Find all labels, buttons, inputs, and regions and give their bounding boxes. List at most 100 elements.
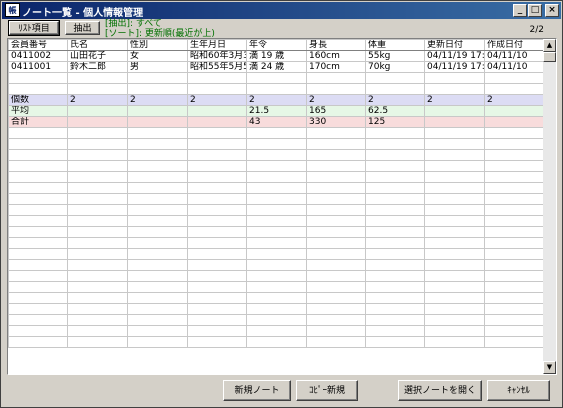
table-row[interactable]: 個数 2 2 2 2 2 2 2 2 [8, 94, 544, 106]
table-row[interactable] [8, 303, 544, 315]
table-cell [424, 303, 485, 315]
table-row[interactable]: 合計 43 330 125 [8, 116, 544, 128]
table-cell [67, 248, 128, 260]
table-cell [484, 215, 544, 227]
table-cell [484, 325, 544, 337]
table-cell [187, 292, 247, 304]
table-row[interactable]: 平均 21.5 165 62.5 [8, 105, 544, 117]
minimize-button[interactable]: _ [513, 4, 527, 17]
table-cell [67, 204, 128, 216]
table-cell [365, 303, 425, 315]
column-header[interactable]: 身長 [306, 39, 366, 51]
new-note-button[interactable]: 新規ノート [223, 380, 291, 401]
table-row[interactable] [8, 72, 544, 84]
filter-info: [抽出]: すべて [105, 19, 162, 29]
table-cell: 2 [127, 94, 188, 106]
close-button[interactable]: × [545, 4, 559, 17]
table-row[interactable] [8, 149, 544, 161]
table-cell [246, 281, 307, 293]
column-header[interactable]: 生年月日 [187, 39, 247, 51]
table-cell [127, 171, 188, 183]
column-header[interactable]: 更新日付 [424, 39, 485, 51]
table-row[interactable] [8, 160, 544, 172]
table-cell [127, 270, 188, 282]
column-header[interactable]: 会員番号 [8, 39, 68, 51]
table-cell [127, 72, 188, 84]
table-cell [246, 325, 307, 337]
table-cell [424, 116, 485, 128]
column-header[interactable]: 体重 [365, 39, 425, 51]
table-cell: 山田花子 [67, 50, 128, 62]
table-cell [67, 182, 128, 194]
app-icon: 帳 [5, 3, 20, 17]
column-header[interactable]: 氏名 [67, 39, 128, 51]
table-row[interactable] [8, 259, 544, 271]
table-row[interactable] [8, 83, 544, 95]
table-cell [484, 83, 544, 95]
table-row[interactable] [8, 248, 544, 260]
table-row[interactable] [8, 292, 544, 304]
table-cell [306, 292, 366, 304]
vertical-scrollbar[interactable]: ▲ ▼ [543, 39, 556, 374]
table-cell [246, 127, 307, 139]
table-row[interactable] [8, 281, 544, 293]
table-cell [365, 270, 425, 282]
filter-button[interactable]: 抽出 [65, 21, 100, 35]
table-row[interactable]: 0411002 山田花子女昭和60年3月3 満 19 歳 160cm 55kg 04/11… [8, 50, 544, 62]
table-cell [127, 303, 188, 315]
table-cell [424, 182, 485, 194]
table-row[interactable] [8, 182, 544, 194]
table-row[interactable]: 0411001 鈴木二郎男昭和55年5月5 満 24 歳 170cm 70kg 04/11… [8, 61, 544, 73]
table-row[interactable] [8, 127, 544, 139]
table-cell [187, 226, 247, 238]
table-cell [484, 281, 544, 293]
table-cell: 0411001 [8, 61, 68, 73]
table-row[interactable] [8, 215, 544, 227]
scroll-thumb[interactable] [543, 52, 556, 62]
table-row[interactable] [8, 336, 544, 348]
table-cell [484, 270, 544, 282]
table-cell [246, 215, 307, 227]
cancel-button[interactable]: ｷｬﾝｾﾙ [487, 380, 550, 401]
table-row[interactable] [8, 314, 544, 326]
table-cell [306, 171, 366, 183]
table-cell [484, 248, 544, 260]
table-row[interactable] [8, 237, 544, 249]
table-cell [424, 325, 485, 337]
table-cell [365, 182, 425, 194]
table-cell [67, 292, 128, 304]
column-header[interactable]: 年令 [246, 39, 307, 51]
table-cell [306, 303, 366, 315]
table-row[interactable] [8, 193, 544, 205]
table-cell [67, 270, 128, 282]
table-row[interactable] [8, 138, 544, 150]
table-cell [67, 171, 128, 183]
column-header[interactable]: 作成日付 [484, 39, 544, 51]
copy-new-button[interactable]: ｺﾋﾟｰ新規 [296, 380, 358, 401]
table-cell [8, 237, 68, 249]
table-cell [246, 160, 307, 172]
table-row[interactable] [8, 325, 544, 337]
table-cell [67, 281, 128, 293]
table-cell: 満 24 歳 [246, 61, 307, 73]
table-cell [127, 204, 188, 216]
column-header[interactable]: 性別 [127, 39, 188, 51]
table-cell [246, 248, 307, 260]
table-cell [8, 336, 68, 348]
table-cell [8, 303, 68, 315]
scroll-down-icon[interactable]: ▼ [543, 361, 556, 374]
table-row[interactable] [8, 204, 544, 216]
table-cell [67, 303, 128, 315]
table-row[interactable] [8, 226, 544, 238]
table-cell [484, 292, 544, 304]
table-cell [365, 325, 425, 337]
open-selected-button[interactable]: 選択ノートを開く [398, 380, 482, 401]
maximize-button[interactable]: □ [528, 4, 542, 17]
table-row[interactable] [8, 171, 544, 183]
table-cell [365, 204, 425, 216]
scroll-up-icon[interactable]: ▲ [543, 39, 556, 52]
table-row[interactable] [8, 270, 544, 282]
table-cell [187, 325, 247, 337]
list-items-button[interactable]: ﾘｽﾄ項目 [8, 20, 60, 36]
title-bar[interactable]: 帳 ノート一覧 - 個人情報管理 _ □ × [2, 2, 561, 19]
